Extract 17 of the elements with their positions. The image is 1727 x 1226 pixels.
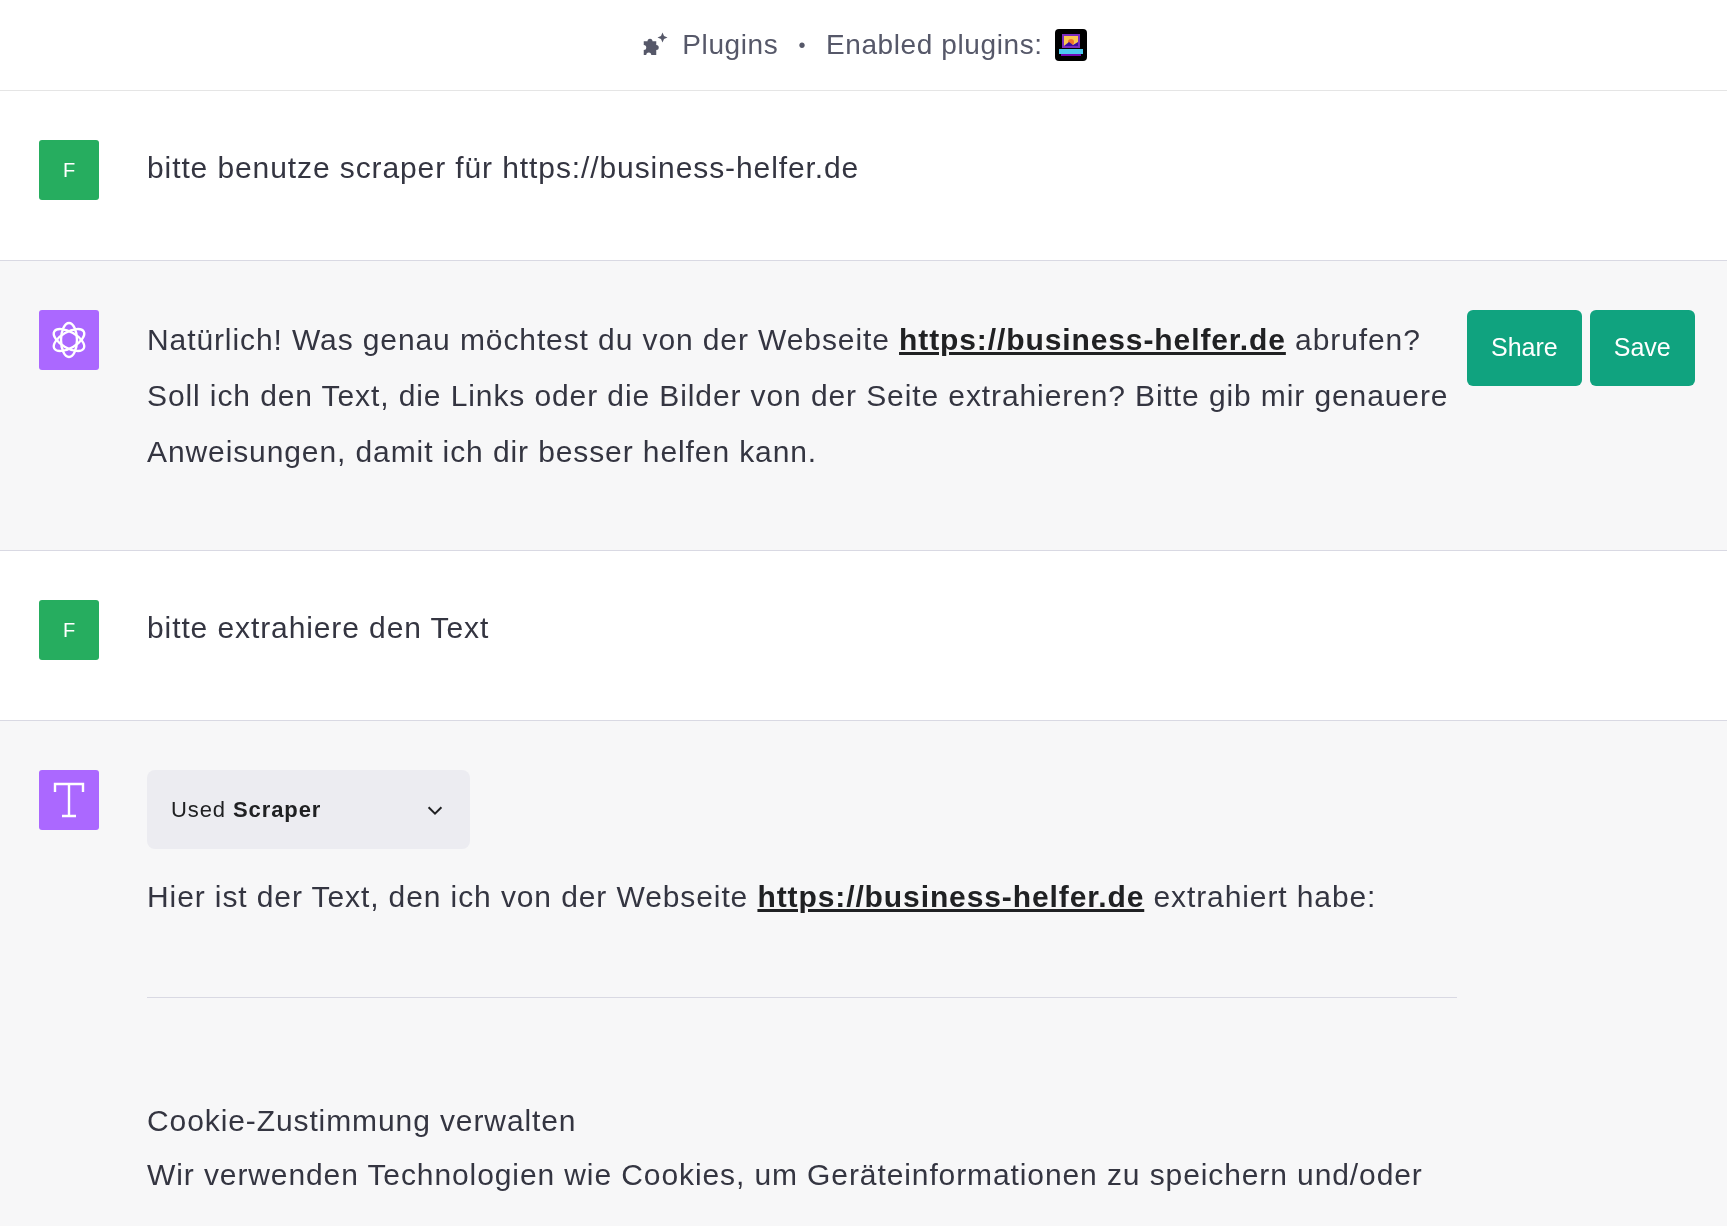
url-link[interactable]: https://business-helfer.de	[757, 880, 1145, 913]
user-avatar: F	[39, 140, 99, 200]
header-title: Plugins	[682, 28, 779, 62]
knot-logo-icon	[39, 310, 99, 370]
extract-heading: Cookie-Zustimmung verwalten	[147, 1103, 578, 1139]
plugin-logo-icon[interactable]	[1054, 29, 1087, 61]
separator-dot: •	[798, 33, 806, 58]
message-text: Natürlich! Was genau möchtest du von der Webseite https://business-helfer.de abrufen? Soll ich den Text, die Links oder die Bilder von der Seite extrahieren? Bitte gib mir genauere Anweisungen, damit ich dir besser helfen kann.	[147, 322, 1450, 470]
url-link[interactable]: https://business-helfer.de	[899, 323, 1286, 356]
message-text: Hier ist der Text, den ich von der Webseite https://business-helfer.de extrahiert habe:	[147, 879, 1378, 915]
text-cursor-icon	[39, 770, 99, 830]
message-text: bitte extrahiere den Text	[147, 610, 491, 646]
extract-paragraph: Wir verwenden Technologien wie Cookies, um Geräteinformationen zu speichern und/oder	[147, 1157, 1424, 1193]
enabled-plugins-label: Enabled plugins:	[826, 28, 1043, 62]
tool-dropdown[interactable]: Used Scraper	[147, 770, 470, 849]
message-text: bitte benutze scraper für https://business-helfer.de	[147, 150, 861, 186]
user-avatar: F	[39, 600, 99, 660]
